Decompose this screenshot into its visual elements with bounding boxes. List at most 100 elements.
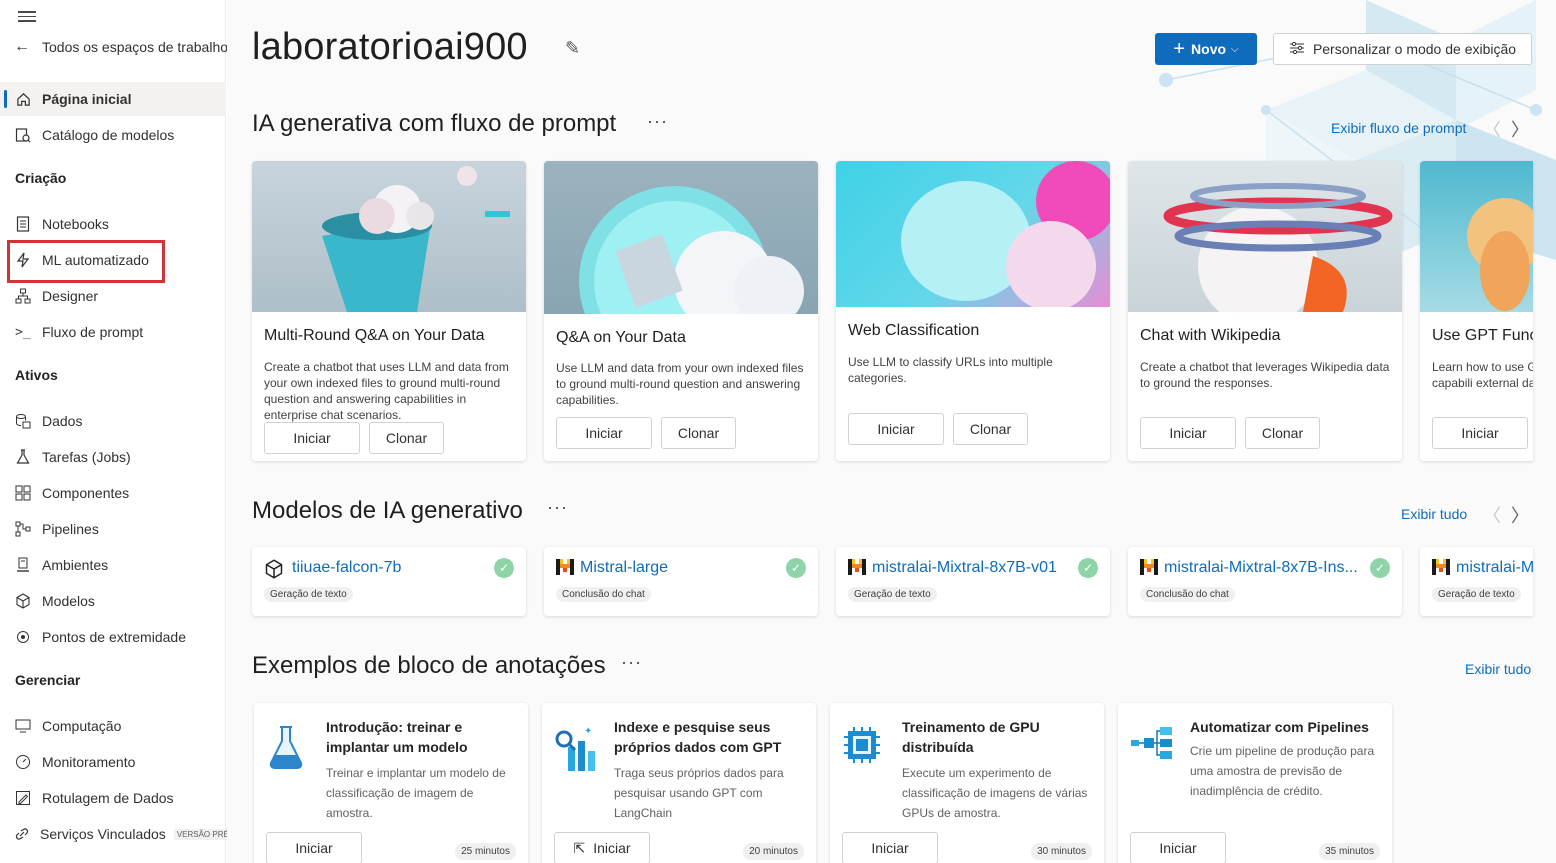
- notebook-card[interactable]: Treinamento de GPU distribuída Execute u…: [830, 703, 1104, 863]
- nav-item-model-catalog[interactable]: Catálogo de modelos: [0, 118, 226, 152]
- back-to-workspaces-link[interactable]: ← Todos os espaços de trabalho: [14, 38, 228, 56]
- model-task-tag: Conclusão do chat: [556, 587, 651, 602]
- clone-button[interactable]: Clonar: [1245, 417, 1320, 449]
- verified-check-icon: ✓: [1370, 558, 1390, 578]
- clone-button[interactable]: Clonar: [661, 417, 736, 449]
- nav-item-prompt-flow[interactable]: >_ Fluxo de prompt: [0, 315, 226, 349]
- notebook-card[interactable]: Automatizar com Pipelines Crie um pipeli…: [1118, 703, 1392, 863]
- svg-text:✦: ✦: [584, 726, 592, 737]
- model-card[interactable]: mistralai-M Geração de texto: [1420, 547, 1533, 616]
- environments-icon: [14, 556, 32, 574]
- model-task-tag: Geração de texto: [848, 587, 937, 602]
- nav-item-designer[interactable]: Designer: [0, 279, 226, 313]
- home-icon: [14, 90, 32, 108]
- nav-label: Pipelines: [42, 521, 99, 537]
- nav-item-notebooks[interactable]: Notebooks: [0, 207, 226, 241]
- pipelines-icon: [14, 520, 32, 538]
- edit-pencil-icon[interactable]: ✎: [565, 38, 580, 59]
- carousel-prev-icon[interactable]: 〈: [1483, 502, 1501, 528]
- model-name[interactable]: mistralai-M: [1456, 559, 1533, 577]
- notebook-description: Traga seus próprios dados para pesquisar…: [614, 766, 784, 820]
- nav-item-endpoints[interactable]: Pontos de extremidade: [0, 620, 226, 654]
- nav-item-home[interactable]: Página inicial: [0, 82, 226, 116]
- nav-item-data-labeling[interactable]: Rotulagem de Dados: [0, 781, 226, 815]
- prompt-flow-more-options[interactable]: ···: [647, 111, 668, 132]
- duration-badge: 20 minutos: [743, 843, 804, 860]
- start-button[interactable]: Iniciar: [1140, 417, 1236, 449]
- nav-label: Fluxo de prompt: [42, 324, 144, 340]
- gpu-chip-icon: [842, 725, 882, 765]
- notebook-card[interactable]: Introdução: treinar e implantar um model…: [254, 703, 528, 863]
- nav-item-pipelines[interactable]: Pipelines: [0, 512, 226, 546]
- new-button[interactable]: + Novo ⌵: [1155, 33, 1257, 65]
- model-card[interactable]: tiiuae-falcon-7b ✓ Geração de texto: [252, 547, 526, 616]
- nav-item-compute[interactable]: Computação: [0, 709, 226, 743]
- nav-label: Dados: [42, 413, 83, 429]
- start-button[interactable]: ⇱ Iniciar: [554, 832, 650, 863]
- prompt-flow-card[interactable]: Use GPT Funct Learn how to use G extend …: [1420, 161, 1533, 461]
- model-task-tag: Geração de texto: [264, 587, 353, 602]
- notebooks-more-options[interactable]: ···: [621, 652, 642, 673]
- flask-icon: [266, 725, 306, 769]
- nav-item-jobs[interactable]: Tarefas (Jobs): [0, 440, 226, 474]
- prompt-flow-card[interactable]: Chat with Wikipedia Create a chatbot tha…: [1128, 161, 1402, 461]
- model-card[interactable]: mistralai-Mixtral-8x7B-Ins... ✓ Conclusã…: [1128, 547, 1402, 616]
- model-name[interactable]: tiiuae-falcon-7b: [292, 559, 401, 577]
- start-button[interactable]: Iniciar: [842, 832, 938, 863]
- section-heading-creation: Criação: [15, 170, 67, 186]
- designer-icon: [14, 287, 32, 305]
- nav-label: Rotulagem de Dados: [42, 790, 174, 806]
- nav-item-environments[interactable]: Ambientes: [0, 548, 226, 582]
- nav-label: Computação: [42, 718, 122, 734]
- models-more-options[interactable]: ···: [547, 497, 568, 518]
- model-name[interactable]: Mistral-large: [580, 559, 668, 577]
- card-image: [836, 161, 1110, 307]
- start-button[interactable]: Iniciar: [848, 413, 944, 445]
- notebooks-section-title: Exemplos de bloco de anotações: [252, 652, 606, 679]
- customize-view-button[interactable]: Personalizar o modo de exibição: [1273, 33, 1532, 65]
- hamburger-menu-icon[interactable]: [18, 8, 36, 22]
- components-icon: [14, 484, 32, 502]
- model-card[interactable]: Mistral-large ✓ Conclusão do chat: [544, 547, 818, 616]
- model-card[interactable]: mistralai-Mixtral-8x7B-v01 ✓ Geração de …: [836, 547, 1110, 616]
- notebook-description: Treinar e implantar um modelo de classif…: [326, 766, 506, 820]
- start-button[interactable]: Iniciar: [1432, 417, 1528, 449]
- see-all-notebooks-link[interactable]: Exibir tudo: [1465, 661, 1531, 677]
- nav-label: Ambientes: [42, 557, 109, 573]
- carousel-next-icon[interactable]: 〉: [1511, 502, 1529, 528]
- search-chart-icon: ✦: [554, 725, 595, 771]
- nav-item-components[interactable]: Componentes: [0, 476, 226, 510]
- nav-item-models[interactable]: Modelos: [0, 584, 226, 618]
- see-prompt-flow-link[interactable]: Exibir fluxo de prompt: [1331, 120, 1466, 136]
- start-button[interactable]: Iniciar: [266, 832, 362, 863]
- workspace-title: laboratorioai900: [252, 26, 528, 68]
- verified-check-icon: ✓: [494, 558, 514, 578]
- model-name[interactable]: mistralai-Mixtral-8x7B-v01: [872, 559, 1057, 577]
- nav-item-linked-services[interactable]: Serviços Vinculados VERSÃO PRÉVIA: [0, 817, 245, 851]
- nav-item-data[interactable]: Dados: [0, 404, 226, 438]
- prompt-flow-section-title: IA generativa com fluxo de prompt: [252, 110, 617, 137]
- models-icon: [14, 592, 32, 610]
- verified-check-icon: ✓: [786, 558, 806, 578]
- duration-badge: 35 minutos: [1319, 843, 1380, 860]
- duration-badge: 25 minutos: [455, 843, 516, 860]
- cube-icon: [264, 559, 283, 579]
- start-button[interactable]: Iniciar: [556, 417, 652, 449]
- prompt-flow-card[interactable]: Q&A on Your Data Use LLM and data from y…: [544, 161, 818, 461]
- clone-button[interactable]: Clonar: [953, 413, 1028, 445]
- carousel-prev-icon[interactable]: 〈: [1483, 116, 1501, 142]
- start-button[interactable]: Iniciar: [264, 422, 360, 454]
- prompt-flow-card[interactable]: Multi-Round Q&A on Your Data Create a ch…: [252, 161, 526, 461]
- plus-icon: +: [1173, 37, 1186, 60]
- nav-label: Serviços Vinculados: [40, 826, 166, 842]
- start-button[interactable]: Iniciar: [1130, 832, 1226, 863]
- carousel-next-icon[interactable]: 〉: [1511, 116, 1529, 142]
- clone-button[interactable]: Clonar: [369, 422, 444, 454]
- see-all-models-link[interactable]: Exibir tudo: [1401, 506, 1467, 522]
- pipeline-icon: [1130, 725, 1172, 765]
- prompt-flow-card[interactable]: Web Classification Use LLM to classify U…: [836, 161, 1110, 461]
- customize-view-label: Personalizar o modo de exibição: [1312, 41, 1517, 57]
- model-name[interactable]: mistralai-Mixtral-8x7B-Ins...: [1164, 559, 1358, 577]
- nav-item-monitoring[interactable]: Monitoramento: [0, 745, 226, 779]
- notebook-card[interactable]: ✦ Indexe e pesquise seus próprios dados …: [542, 703, 816, 863]
